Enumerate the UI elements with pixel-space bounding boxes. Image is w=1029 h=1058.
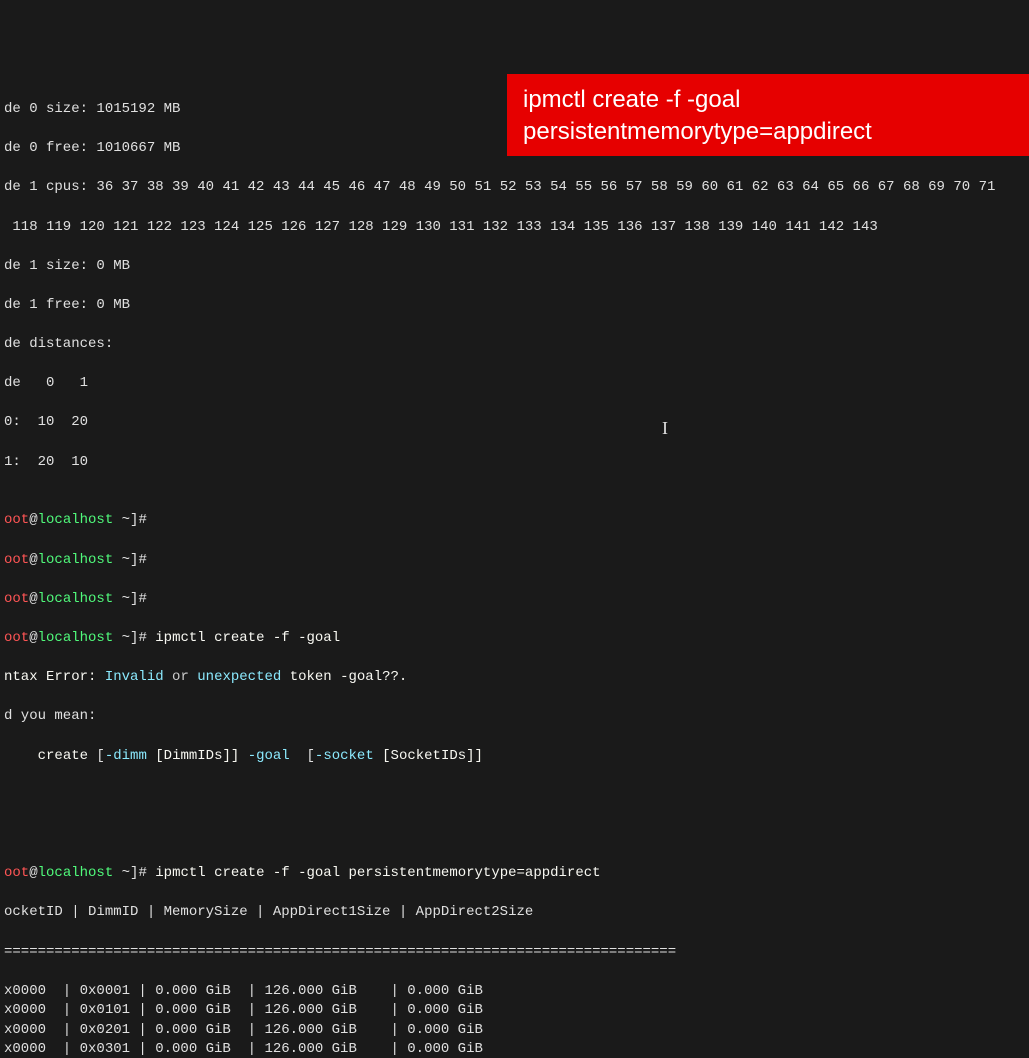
table-header: ocketID | DimmID | MemorySize | AppDirec…: [4, 903, 1025, 923]
command-callout-overlay: ipmctl create -f -goal persistentmemoryt…: [507, 74, 1029, 156]
table-body: x0000 | 0x0001 | 0.000 GiB | 126.000 GiB…: [4, 982, 1025, 1058]
prompt-line-1[interactable]: oot@localhost ~]#: [4, 511, 1025, 531]
table-row: x0000 | 0x0201 | 0.000 GiB | 126.000 GiB…: [4, 1021, 1025, 1041]
node-distances-label: de distances:: [4, 335, 1025, 355]
node1-size: de 1 size: 0 MB: [4, 257, 1025, 277]
node1-free: de 1 free: 0 MB: [4, 296, 1025, 316]
node1-cpus-row2: 118 119 120 121 122 123 124 125 126 127 …: [4, 218, 1025, 238]
table-separator: ========================================…: [4, 943, 1025, 963]
dist-header: de 0 1: [4, 374, 1025, 394]
prompt-line-cmd2[interactable]: oot@localhost ~]# ipmctl create -f -goal…: [4, 864, 1025, 884]
did-you-mean: d you mean:: [4, 707, 1025, 727]
blank-line-2: [4, 825, 1025, 845]
table-row: x0000 | 0x0301 | 0.000 GiB | 126.000 GiB…: [4, 1040, 1025, 1058]
dist-row-1: 1: 20 10: [4, 453, 1025, 473]
prompt-line-3[interactable]: oot@localhost ~]#: [4, 590, 1025, 610]
prompt-line-cmd1[interactable]: oot@localhost ~]# ipmctl create -f -goal: [4, 629, 1025, 649]
hint-line: create [-dimm [DimmIDs]] -goal [-socket …: [4, 747, 1025, 767]
blank-line-1: [4, 786, 1025, 806]
table-row: x0000 | 0x0101 | 0.000 GiB | 126.000 GiB…: [4, 1001, 1025, 1021]
table-row: x0000 | 0x0001 | 0.000 GiB | 126.000 GiB…: [4, 982, 1025, 1002]
callout-line-2: persistentmemorytype=appdirect: [523, 116, 1013, 148]
terminal-output[interactable]: de 0 size: 1015192 MB de 0 free: 1010667…: [4, 80, 1025, 1058]
text-cursor-icon: I: [662, 416, 670, 434]
command-text: ipmctl create -f -goal persistentmemoryt…: [155, 865, 600, 881]
syntax-error-line: ntax Error: Invalid or unexpected token …: [4, 668, 1025, 688]
node1-cpus-row1: de 1 cpus: 36 37 38 39 40 41 42 43 44 45…: [4, 178, 1025, 198]
dist-row-0: 0: 10 20: [4, 413, 1025, 433]
prompt-line-2[interactable]: oot@localhost ~]#: [4, 551, 1025, 571]
command-text: ipmctl create -f -goal: [155, 630, 340, 646]
callout-line-1: ipmctl create -f -goal: [523, 84, 1013, 116]
